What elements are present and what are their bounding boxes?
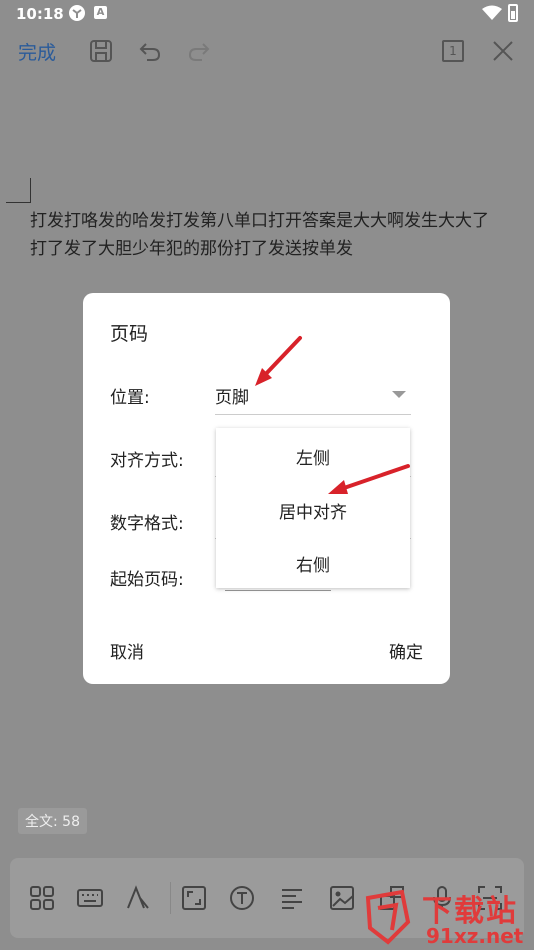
- position-select[interactable]: 页脚: [215, 383, 249, 408]
- expand-icon[interactable]: [180, 884, 208, 912]
- wifi-icon: [482, 5, 502, 20]
- document-line: 打了发了大胆少年犯的那份打了发送按单发: [30, 239, 353, 259]
- cancel-button[interactable]: 取消: [110, 638, 144, 663]
- dropdown-option-right[interactable]: 右侧: [216, 551, 410, 576]
- close-icon[interactable]: [490, 38, 516, 64]
- save-icon[interactable]: [88, 38, 114, 64]
- align-left-icon[interactable]: [278, 884, 306, 912]
- toolbar-divider: [170, 882, 171, 914]
- text-style-icon[interactable]: [124, 884, 152, 912]
- dropdown-option-center[interactable]: 居中对齐: [216, 498, 410, 523]
- image-icon[interactable]: [328, 884, 356, 912]
- position-label: 位置:: [110, 388, 150, 408]
- site-watermark: 下载站 91xz.net: [362, 884, 534, 950]
- page-count-icon[interactable]: 1: [442, 40, 464, 62]
- battery-icon: [508, 4, 518, 22]
- word-count-badge: 全文: 58: [18, 808, 87, 834]
- align-dropdown-menu: 左侧 居中对齐 右侧: [216, 428, 410, 588]
- redo-icon[interactable]: [186, 38, 212, 64]
- undo-icon[interactable]: [137, 38, 163, 64]
- watermark-logo-icon: [365, 889, 411, 945]
- apps-grid-icon[interactable]: [28, 884, 56, 912]
- top-toolbar: 完成 1: [0, 30, 534, 74]
- keyboard-icon[interactable]: [76, 884, 104, 912]
- start-page-label: 起始页码:: [110, 570, 184, 590]
- text-cursor-marker: [6, 178, 31, 203]
- document-body[interactable]: 打发打咯发的哈发打发第八单口打开答案是大大啊发生大大了 打了发了大胆少年犯的那份…: [30, 207, 530, 263]
- chevron-down-icon[interactable]: [392, 391, 406, 398]
- app-notification-icon: [69, 5, 85, 21]
- notification-badge-icon: A: [94, 6, 107, 19]
- document-line: 打发打咯发的哈发打发第八单口打开答案是大大啊发生大大了: [30, 211, 489, 231]
- done-button[interactable]: 完成: [18, 38, 56, 65]
- annotation-arrow-icon: [255, 336, 302, 386]
- dialog-title: 页码: [110, 323, 149, 345]
- position-underline: [215, 414, 411, 415]
- number-format-label: 数字格式:: [110, 514, 184, 534]
- start-page-input[interactable]: [225, 590, 331, 591]
- annotation-arrow-icon: [328, 464, 410, 494]
- status-time: 10:18: [16, 5, 64, 23]
- align-label: 对齐方式:: [110, 451, 184, 471]
- ok-button[interactable]: 确定: [389, 638, 423, 663]
- text-box-icon[interactable]: [228, 884, 256, 912]
- status-bar: 10:18 A: [0, 0, 534, 28]
- watermark-url: 91xz.net: [426, 924, 524, 948]
